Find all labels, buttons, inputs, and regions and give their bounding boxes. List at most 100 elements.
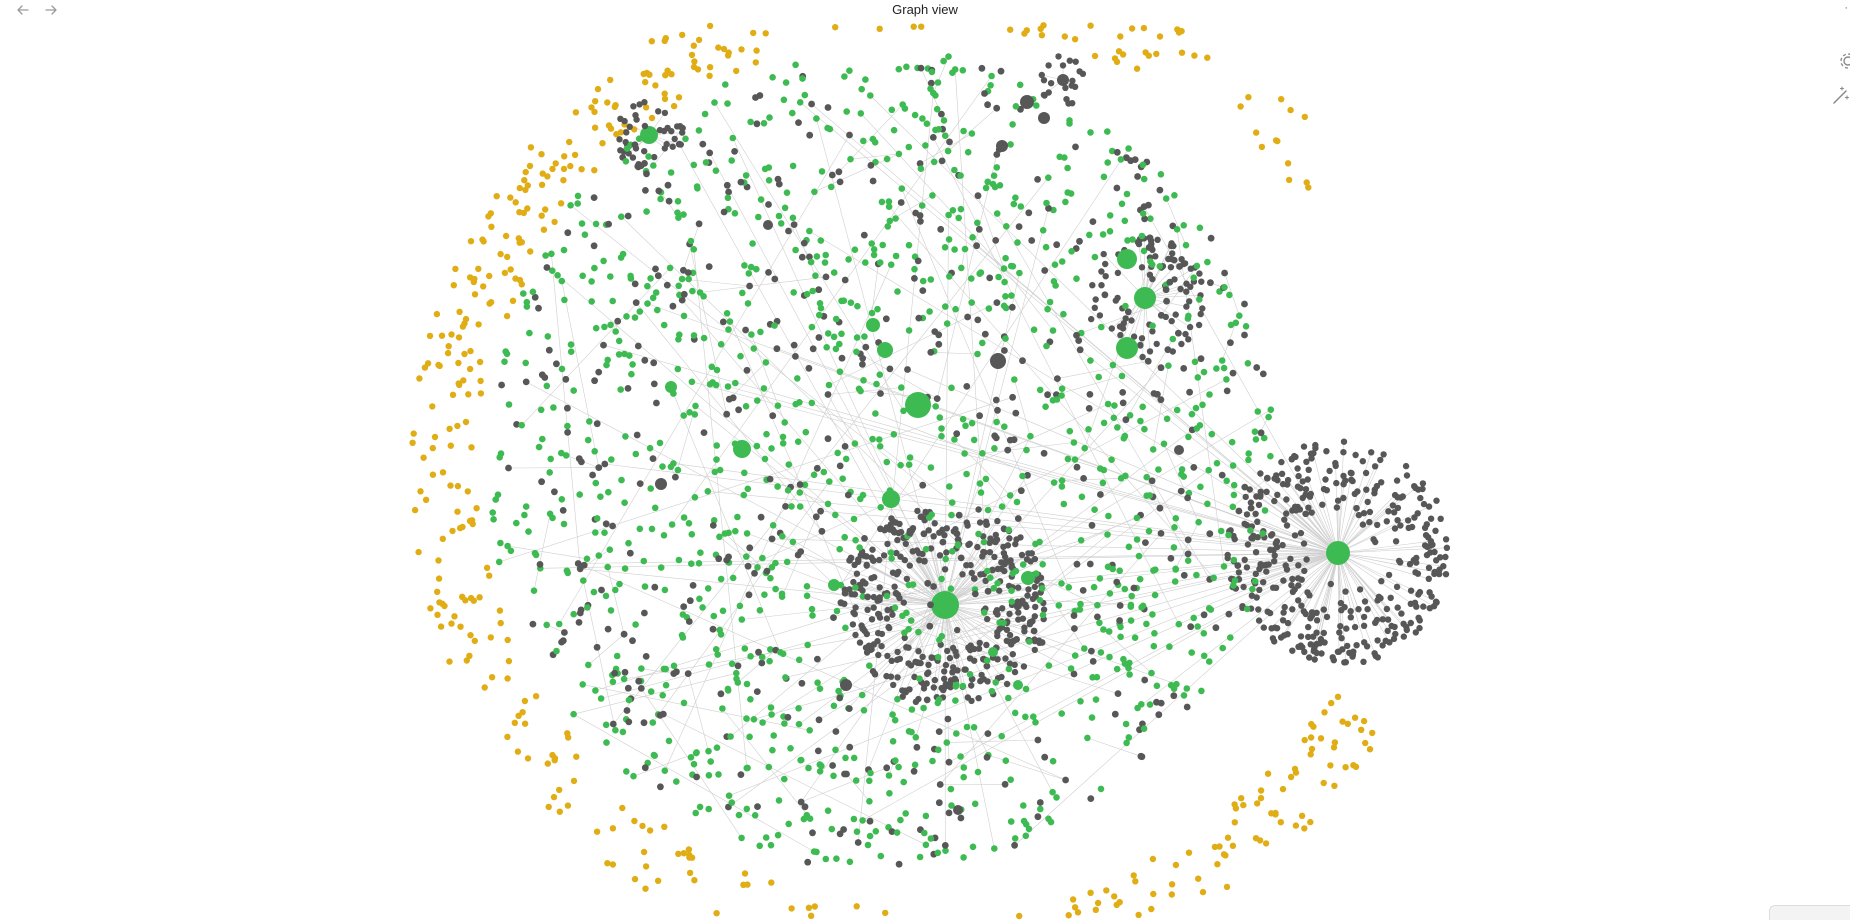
orphan-node[interactable]: [1128, 25, 1136, 32]
orphan-node[interactable]: [1021, 30, 1028, 37]
note-node[interactable]: [545, 346, 553, 354]
tag-node[interactable]: [836, 368, 844, 376]
note-node[interactable]: [609, 522, 616, 530]
note-node[interactable]: [626, 549, 634, 557]
note-node[interactable]: [1243, 511, 1251, 518]
tag-node[interactable]: [1120, 435, 1128, 442]
tag-node[interactable]: [905, 143, 913, 151]
tag-node[interactable]: [1009, 570, 1016, 577]
note-node[interactable]: [869, 177, 877, 185]
note-node[interactable]: [1241, 556, 1248, 563]
note-node[interactable]: [1363, 486, 1370, 493]
note-node[interactable]: [1066, 57, 1074, 64]
orphan-node[interactable]: [429, 471, 437, 478]
tag-node[interactable]: [850, 515, 858, 523]
tag-node[interactable]: [1005, 665, 1013, 673]
tag-node[interactable]: [785, 820, 792, 828]
note-node[interactable]: [1089, 658, 1097, 665]
tag-node[interactable]: [1022, 832, 1030, 840]
note-node[interactable]: [1433, 557, 1440, 564]
orphan-node[interactable]: [604, 860, 611, 867]
note-node[interactable]: [1241, 300, 1248, 308]
orphan-node[interactable]: [504, 675, 511, 682]
note-node[interactable]: [894, 648, 901, 656]
orphan-node[interactable]: [456, 308, 463, 315]
tag-node[interactable]: [1006, 492, 1014, 499]
orphan-node[interactable]: [1350, 762, 1357, 769]
tag-node[interactable]: [824, 500, 832, 508]
tag-node[interactable]: [693, 749, 700, 756]
tag-node[interactable]: [657, 564, 665, 571]
orphan-node[interactable]: [604, 99, 611, 106]
tag-node[interactable]: [842, 455, 850, 463]
tag-node[interactable]: [1091, 506, 1098, 513]
tag-node[interactable]: [747, 653, 754, 660]
tag-node[interactable]: [761, 591, 768, 598]
tag-node[interactable]: [1050, 278, 1058, 285]
tag-node[interactable]: [1265, 413, 1272, 421]
tag-node[interactable]: [680, 412, 687, 419]
note-node[interactable]: [993, 299, 1001, 306]
orphan-node[interactable]: [410, 430, 417, 437]
orphan-node[interactable]: [1257, 787, 1265, 794]
tag-node[interactable]: [1090, 583, 1098, 591]
orphan-node[interactable]: [1307, 818, 1314, 826]
tag-node[interactable]: [537, 406, 545, 414]
tag-node[interactable]: [906, 454, 914, 461]
note-node[interactable]: [1235, 569, 1243, 576]
tag-node[interactable]: [1125, 543, 1133, 551]
tag-node[interactable]: [756, 607, 764, 614]
note-node[interactable]: [1330, 657, 1338, 664]
note-node[interactable]: [1012, 540, 1019, 548]
tag-node[interactable]: [1221, 284, 1228, 291]
tag-node[interactable]: [674, 365, 682, 373]
note-node[interactable]: [1427, 515, 1435, 522]
tag-node[interactable]: [1188, 649, 1195, 656]
note-node[interactable]: [1127, 157, 1135, 165]
note-node[interactable]: [942, 661, 950, 669]
tag-node[interactable]: [1230, 491, 1238, 499]
tag-node[interactable]: [1217, 527, 1225, 535]
orphan-node[interactable]: [594, 85, 602, 93]
note-node[interactable]: [1289, 606, 1296, 613]
note-node[interactable]: [1368, 449, 1375, 456]
orphan-node[interactable]: [768, 879, 775, 886]
tag-node[interactable]: [608, 456, 615, 463]
note-node[interactable]: [1360, 658, 1367, 665]
orphan-node[interactable]: [564, 802, 572, 809]
note-node[interactable]: [614, 317, 622, 325]
note-node[interactable]: [993, 104, 1001, 112]
tag-node[interactable]: [1218, 357, 1226, 364]
tag-node[interactable]: [792, 400, 799, 408]
tag-node[interactable]: [558, 449, 565, 457]
tag-node[interactable]: [675, 282, 682, 290]
note-node[interactable]: [809, 345, 817, 353]
tag-node[interactable]: [901, 629, 908, 637]
note-node[interactable]: [860, 231, 868, 239]
orphan-node[interactable]: [447, 482, 454, 489]
note-node[interactable]: [1029, 595, 1037, 602]
note-node[interactable]: [894, 674, 901, 681]
tag-node[interactable]: [1160, 440, 1168, 448]
orphan-node[interactable]: [1168, 891, 1176, 898]
tag-node[interactable]: [1151, 630, 1158, 637]
tag-node[interactable]: [1058, 710, 1065, 717]
tag-node[interactable]: [862, 76, 869, 83]
note-node[interactable]: [1034, 176, 1041, 183]
note-node[interactable]: [840, 826, 847, 833]
tag-node[interactable]: [821, 259, 829, 266]
tag-node[interactable]: [804, 641, 811, 649]
tag-node[interactable]: [743, 715, 750, 722]
note-node[interactable]: [997, 67, 1005, 75]
tag-node[interactable]: [797, 756, 804, 764]
note-node[interactable]: [1122, 416, 1130, 424]
note-node[interactable]: [1283, 510, 1290, 517]
tag-node[interactable]: [954, 541, 962, 548]
orphan-node[interactable]: [1103, 887, 1110, 894]
note-node[interactable]: [1027, 558, 1034, 565]
orphan-node[interactable]: [552, 160, 559, 167]
tag-node[interactable]: [1141, 425, 1148, 433]
note-node[interactable]: [1308, 455, 1315, 462]
tag-node[interactable]: [1042, 403, 1049, 411]
note-node[interactable]: [856, 639, 864, 646]
